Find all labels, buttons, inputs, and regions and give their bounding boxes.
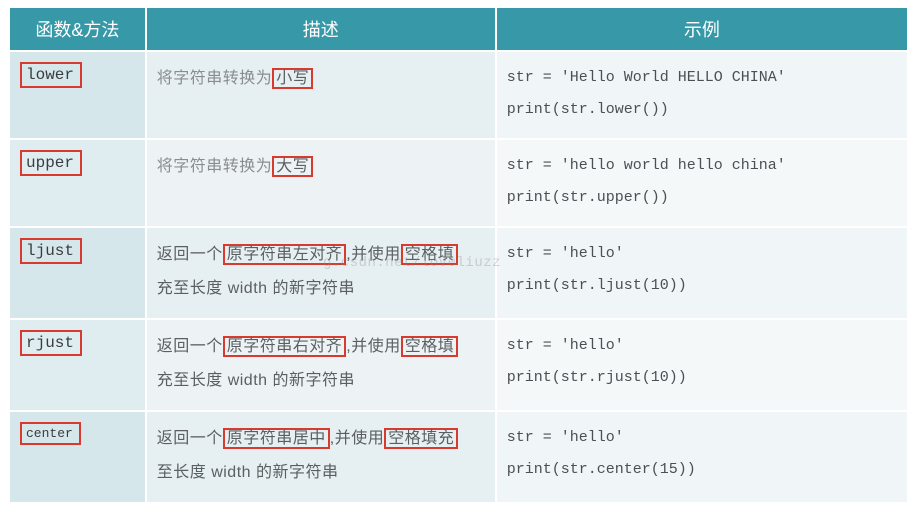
fn-cell: center [9,411,146,503]
desc-line1: 将字符串转换为大写 [157,150,485,184]
table-row: lower 将字符串转换为小写 str = 'Hello World HELLO C… [9,51,908,139]
example-line: str = 'hello' [507,238,897,270]
table-header-row: 函数&方法 描述 示例 [9,7,908,51]
highlight-phrase: 小写 [272,68,313,89]
example-line: print(str.rjust(10)) [507,362,897,394]
fn-name: upper [20,150,82,176]
fn-name: lower [20,62,82,88]
example-line: print(str.upper()) [507,182,897,214]
example-cell: str = 'Hello World HELLO CHINA'print(str… [496,51,908,139]
highlight-phrase: 空格填 [401,336,459,357]
methods-table: 函数&方法 描述 示例 lower 将字符串转换为小写 str = 'Hello W… [8,6,909,504]
header-example: 示例 [496,7,908,51]
desc-line2: 充至长度 width 的新字符串 [157,272,485,306]
table-row: ljust返回一个原字符串左对齐,并使用空格填充至长度 width 的新字符串s… [9,227,908,319]
example-cell: str = 'hello world hello china'print(str… [496,139,908,227]
fn-cell: lower [9,51,146,139]
desc-line1: 返回一个原字符串居中,并使用空格填充 [157,422,485,456]
example-line: str = 'hello' [507,422,897,454]
example-cell: str = 'hello'print(str.ljust(10)) [496,227,908,319]
string-methods-table: 函数&方法 描述 示例 lower 将字符串转换为小写 str = 'Hello W… [0,0,917,514]
table-row: rjust返回一个原字符串右对齐,并使用空格填充至长度 width 的新字符串s… [9,319,908,411]
fn-name: ljust [20,238,82,264]
desc-line1: 返回一个原字符串右对齐,并使用空格填 [157,330,485,364]
highlight-phrase: 大写 [272,156,313,177]
highlight-phrase: 空格填充 [384,428,458,449]
example-cell: str = 'hello'print(str.rjust(10)) [496,319,908,411]
fn-cell: rjust [9,319,146,411]
highlight-phrase: 原字符串左对齐 [223,244,347,265]
desc-line2: 至长度 width 的新字符串 [157,456,485,490]
header-description: 描述 [146,7,496,51]
fn-name: rjust [20,330,82,356]
table-row: upper 将字符串转换为大写 str = 'hello world hello c… [9,139,908,227]
desc-line2: 充至长度 width 的新字符串 [157,364,485,398]
example-line: str = 'hello' [507,330,897,362]
highlight-phrase: 原字符串居中 [223,428,330,449]
example-line: print(str.ljust(10)) [507,270,897,302]
fn-cell: upper [9,139,146,227]
fn-cell: ljust [9,227,146,319]
example-line: str = 'Hello World HELLO CHINA' [507,62,897,94]
example-line: print(str.lower()) [507,94,897,126]
header-function: 函数&方法 [9,7,146,51]
table-row: center返回一个原字符串居中,并使用空格填充至长度 width 的新字符串s… [9,411,908,503]
fn-name: center [20,422,81,445]
desc-line1: 将字符串转换为小写 [157,62,485,96]
example-line: str = 'hello world hello china' [507,150,897,182]
example-line: print(str.center(15)) [507,454,897,486]
desc-cell: 返回一个原字符串居中,并使用空格填充至长度 width 的新字符串 [146,411,496,503]
highlight-phrase: 空格填 [401,244,459,265]
desc-line1: 返回一个原字符串左对齐,并使用空格填 [157,238,485,272]
desc-cell: 将字符串转换为大写 [146,139,496,227]
desc-cell: 将字符串转换为小写 [146,51,496,139]
highlight-phrase: 原字符串右对齐 [223,336,347,357]
desc-cell: 返回一个原字符串左对齐,并使用空格填充至长度 width 的新字符串 [146,227,496,319]
example-cell: str = 'hello'print(str.center(15)) [496,411,908,503]
desc-cell: 返回一个原字符串右对齐,并使用空格填充至长度 width 的新字符串 [146,319,496,411]
